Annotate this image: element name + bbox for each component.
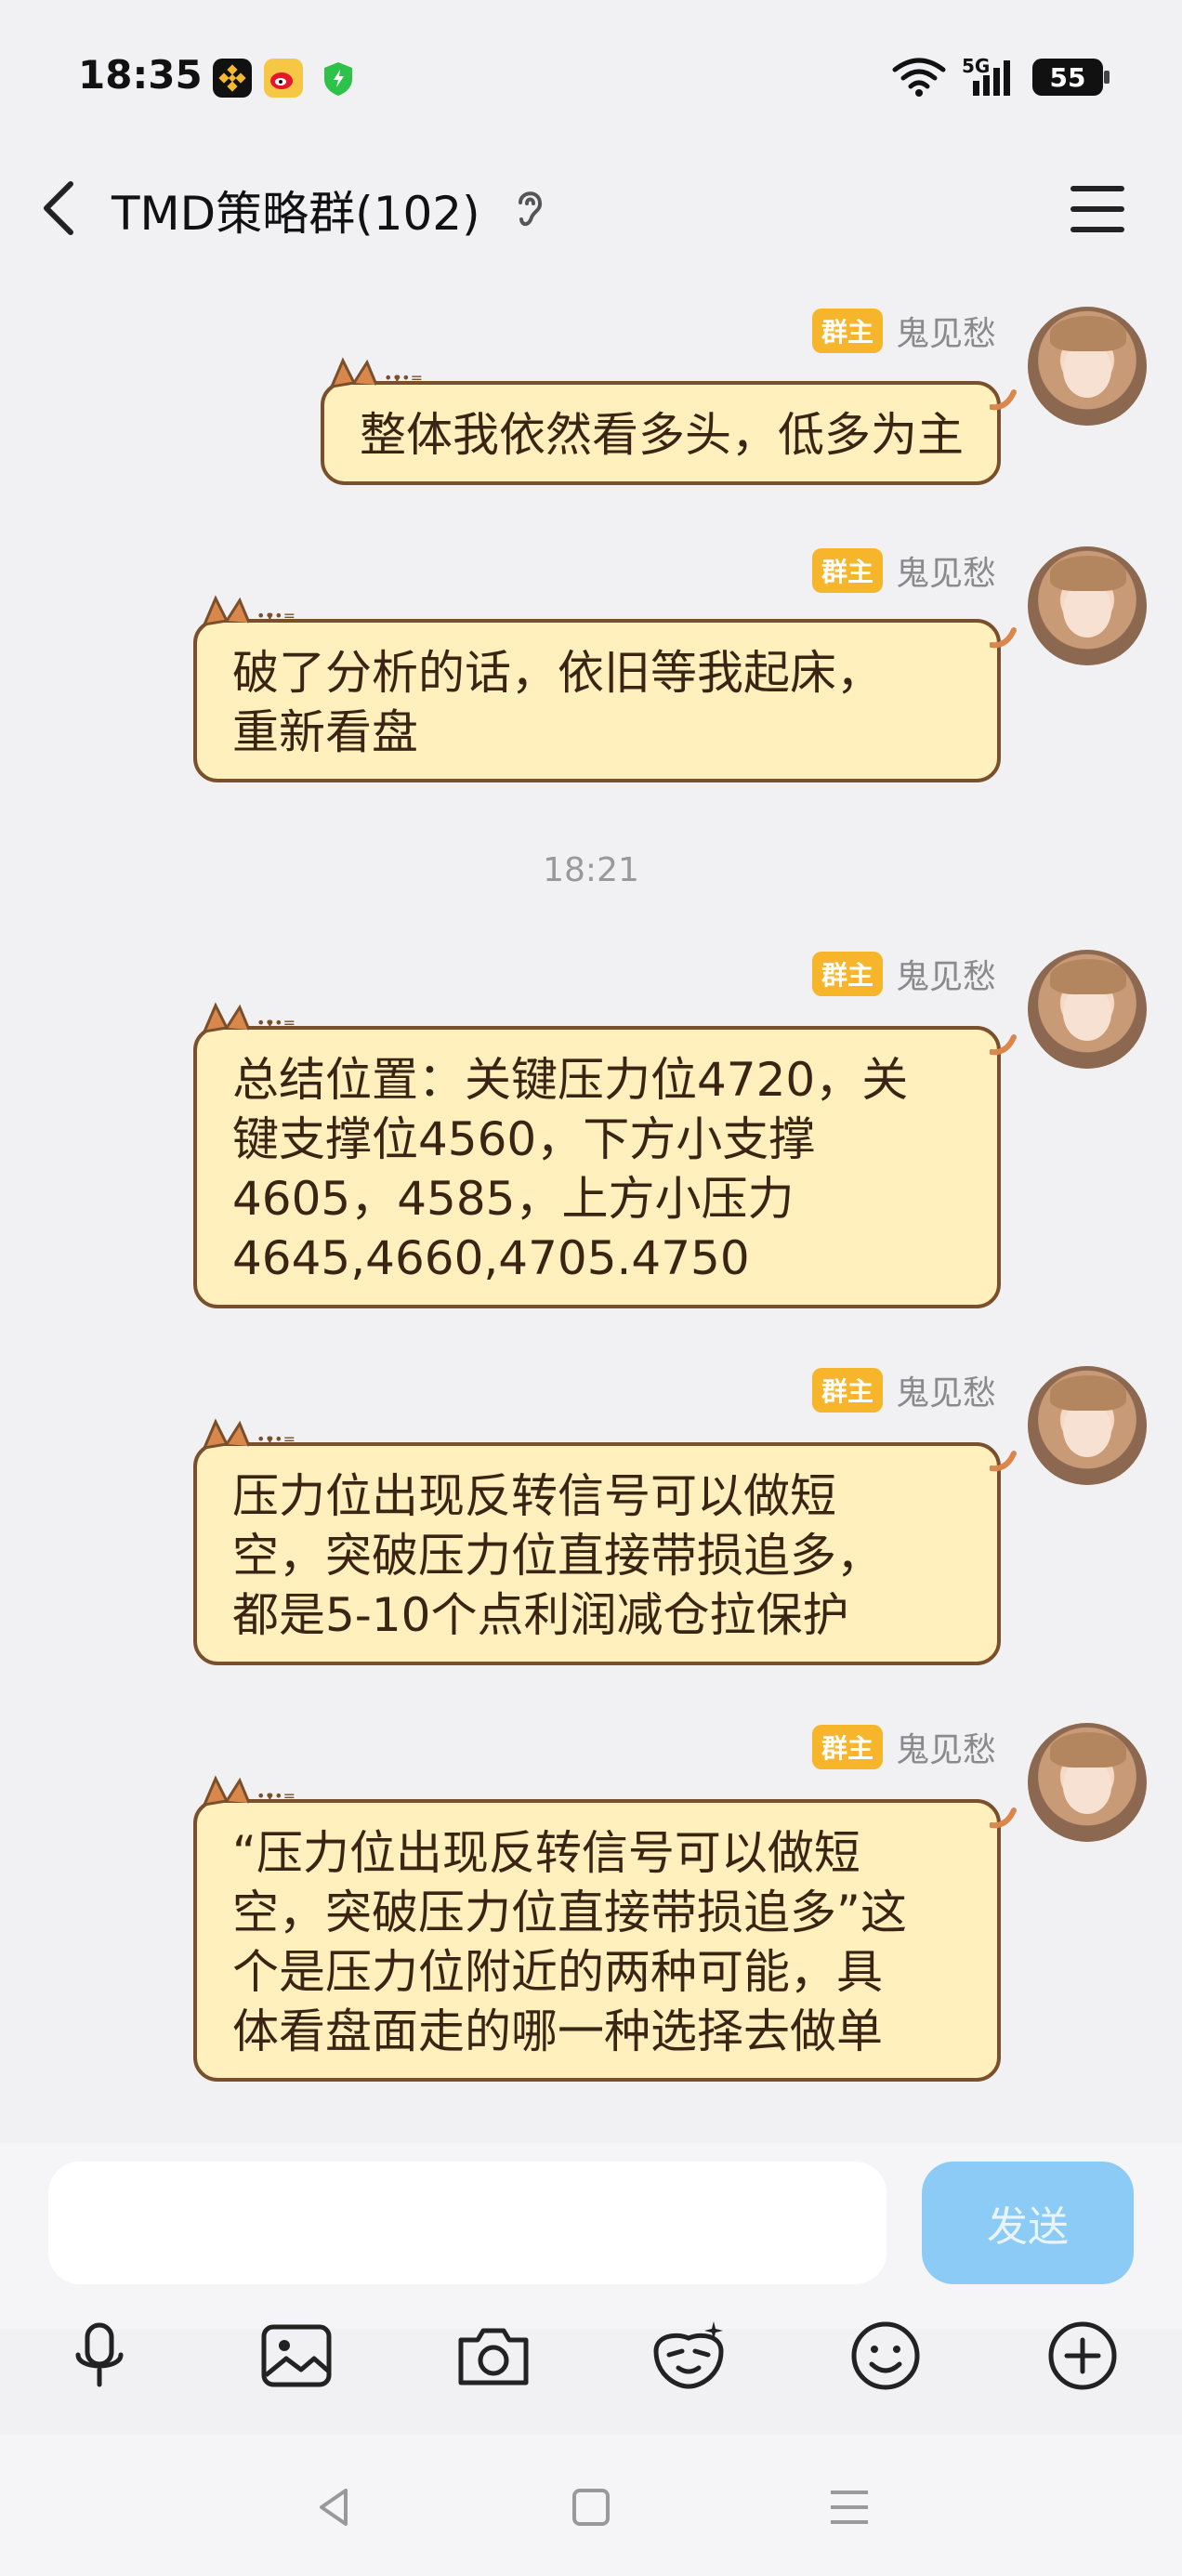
message-input[interactable] (48, 2162, 886, 2284)
svg-text:•ᴥ•=: •ᴥ•= (384, 369, 423, 387)
message-text: 都是5-10个点利润减仓拉保护 (232, 1588, 849, 1642)
cat-ears-decoration: •ᴥ•= (202, 1418, 296, 1450)
battery-indicator: 55 (1032, 59, 1110, 96)
message-text: 破了分析的话，依旧等我起床， (232, 646, 883, 700)
image-icon[interactable] (255, 2314, 338, 2398)
sender-name[interactable]: 鬼见愁 (896, 1366, 996, 1414)
send-button[interactable]: 发送 (922, 2162, 1134, 2284)
chat-toolbar (0, 2314, 1182, 2398)
hamburger-icon (1070, 186, 1124, 232)
message-bubble[interactable]: •ᴥ•= 压力位出现反转信号可以做短 空，突破压力位直接带损追多， 都是5-10… (193, 1418, 1017, 1665)
ear-icon[interactable] (513, 186, 546, 232)
avatar[interactable] (1028, 950, 1147, 1069)
sender-name[interactable]: 鬼见愁 (896, 307, 996, 355)
sender-name[interactable]: 鬼见愁 (896, 546, 996, 595)
message-meta: 群主 鬼见愁 (811, 546, 996, 595)
sender-name[interactable]: 鬼见愁 (896, 1723, 996, 1771)
owner-badge: 群主 (811, 952, 883, 996)
plus-icon[interactable] (1041, 2314, 1124, 2398)
svg-text:•ᴥ•=: •ᴥ•= (256, 607, 296, 624)
message-timestamp: 18:21 (543, 851, 639, 889)
message-text: 个是压力位附近的两种可能，具 (232, 1945, 883, 1999)
shield-icon (319, 59, 358, 98)
chat-header: TMD策略群(102) (0, 149, 1182, 269)
message-text: “压力位出现反转信号可以做短 (232, 1826, 860, 1880)
svg-text:•ᴥ•=: •ᴥ•= (256, 1430, 296, 1448)
message-meta: 群主 鬼见愁 (811, 950, 996, 998)
menu-button[interactable] (1065, 177, 1132, 242)
status-time: 18:35 (78, 52, 203, 98)
cat-tail-decoration (990, 1807, 1017, 1829)
message-text: 总结位置：关键压力位4720，关 (232, 1053, 909, 1107)
cell-signal-icon: 5G (962, 57, 1018, 98)
svg-text:•ᴥ•=: •ᴥ•= (256, 1014, 296, 1032)
status-bar: 18:35 5G 55 (0, 0, 1182, 149)
message-bubble[interactable]: •ᴥ•= 整体我依然看多头，低多为主 (321, 357, 1017, 485)
weibo-icon (264, 59, 303, 98)
message-text: 整体我依然看多头，低多为主 (360, 408, 964, 462)
owner-badge: 群主 (811, 548, 883, 593)
owner-badge: 群主 (811, 1368, 883, 1413)
cat-ears-decoration: •ᴥ•= (202, 595, 296, 626)
message-text: 空，突破压力位直接带损追多， (232, 1529, 883, 1583)
message-text: 压力位出现反转信号可以做短 (232, 1469, 836, 1523)
avatar[interactable] (1028, 546, 1147, 665)
nav-home-icon[interactable] (563, 2479, 619, 2535)
cat-ears-decoration: •ᴥ•= (202, 1002, 296, 1033)
message-text: 4605，4585，上方小压力 (232, 1172, 795, 1226)
owner-badge: 群主 (811, 1725, 883, 1769)
message-bubble[interactable]: •ᴥ•= 破了分析的话，依旧等我起床， 重新看盘 (193, 595, 1017, 782)
message-text: 键支撑位4560，下方小支撑 (232, 1112, 816, 1166)
nav-back-icon[interactable] (307, 2479, 362, 2535)
sticker-icon[interactable] (647, 2314, 730, 2398)
cat-tail-decoration (990, 389, 1017, 411)
message-bubble[interactable]: •ᴥ•= 总结位置：关键压力位4720，关 键支撑位4560，下方小支撑 460… (193, 1002, 1017, 1308)
message-bubble[interactable]: •ᴥ•= “压力位出现反转信号可以做短 空，突破压力位直接带损追多”这 个是压力… (193, 1775, 1017, 2082)
cat-tail-decoration (990, 1034, 1017, 1056)
owner-badge: 群主 (811, 309, 883, 353)
nav-recents-icon[interactable] (821, 2479, 877, 2535)
camera-icon[interactable] (452, 2314, 535, 2398)
emoji-icon[interactable] (844, 2314, 927, 2398)
message-text: 空，突破压力位直接带损追多”这 (232, 1886, 907, 1939)
chevron-left-icon (44, 181, 73, 235)
back-button[interactable] (33, 171, 89, 245)
message-text: 体看盘面走的哪一种选择去做单 (232, 2004, 883, 2058)
message-meta: 群主 鬼见愁 (811, 1366, 996, 1414)
system-nav-bar (0, 2435, 1182, 2576)
message-text: 重新看盘 (232, 705, 418, 759)
message-text: 4645,4660,4705.4750 (232, 1231, 750, 1285)
binance-icon (213, 59, 252, 98)
message-meta: 群主 鬼见愁 (811, 1723, 996, 1771)
cat-tail-decoration (990, 1451, 1017, 1472)
chat-title[interactable]: TMD策略群(102) (112, 177, 480, 243)
avatar[interactable] (1028, 1723, 1147, 1842)
cat-ears-decoration: •ᴥ•= (202, 1775, 296, 1807)
cat-tail-decoration (990, 627, 1017, 649)
avatar[interactable] (1028, 307, 1147, 426)
mic-icon[interactable] (58, 2314, 141, 2398)
sender-name[interactable]: 鬼见愁 (896, 950, 996, 998)
system-indicators: 5G 55 (891, 54, 1110, 100)
wifi-icon (892, 58, 946, 97)
svg-text:•ᴥ•=: •ᴥ•= (256, 1787, 296, 1805)
input-bar: 发送 (0, 2143, 1182, 2329)
message-meta: 群主 鬼见愁 (811, 307, 996, 355)
avatar[interactable] (1028, 1366, 1147, 1485)
cat-ears-decoration: •ᴥ•= (329, 357, 423, 388)
